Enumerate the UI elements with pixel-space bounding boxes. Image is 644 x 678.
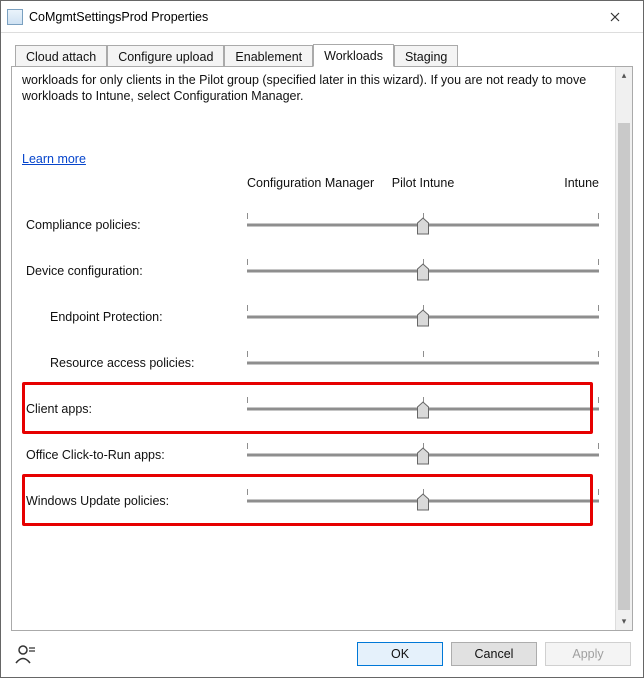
slider-thumb[interactable] — [417, 263, 430, 281]
slider-tick — [247, 397, 248, 403]
workload-row: Endpoint Protection: — [22, 294, 611, 340]
workload-slider[interactable] — [247, 303, 599, 331]
slider-thumb[interactable] — [417, 447, 430, 465]
window-title: CoMgmtSettingsProd Properties — [29, 10, 593, 24]
workload-row: Device configuration: — [22, 248, 611, 294]
tab-configure-upload[interactable]: Configure upload — [107, 45, 224, 67]
col-header-pilot-intune: Pilot Intune — [392, 176, 455, 190]
scroll-thumb[interactable] — [618, 123, 630, 610]
slider-tick — [598, 213, 599, 219]
tab-workloads[interactable]: Workloads — [313, 44, 394, 67]
slider-thumb[interactable] — [417, 309, 430, 327]
workload-label: Office Click-to-Run apps: — [22, 448, 247, 462]
workload-slider[interactable] — [247, 211, 599, 239]
column-headers: Configuration Manager Pilot Intune Intun… — [22, 176, 611, 192]
properties-dialog: CoMgmtSettingsProd Properties Cloud atta… — [0, 0, 644, 678]
tab-staging[interactable]: Staging — [394, 45, 458, 67]
intro-text: workloads for only clients in the Pilot … — [22, 73, 611, 104]
ok-button[interactable]: OK — [357, 642, 443, 666]
slider-tick — [598, 351, 599, 357]
slider-tick — [598, 489, 599, 495]
slider-tick — [598, 259, 599, 265]
workload-row: Client apps: — [22, 386, 611, 432]
col-header-intune: Intune — [564, 176, 599, 190]
slider-tick — [247, 213, 248, 219]
slider-tick — [598, 305, 599, 311]
slider-tick — [247, 305, 248, 311]
cancel-button[interactable]: Cancel — [451, 642, 537, 666]
apply-button[interactable]: Apply — [545, 642, 631, 666]
workload-slider[interactable] — [247, 349, 599, 377]
workload-slider[interactable] — [247, 257, 599, 285]
workload-label: Client apps: — [22, 402, 247, 416]
workload-row: Compliance policies: — [22, 202, 611, 248]
user-status-icon — [13, 643, 39, 665]
tab-panel-workloads: workloads for only clients in the Pilot … — [11, 66, 633, 631]
slider-thumb[interactable] — [417, 493, 430, 511]
window-icon — [7, 9, 23, 25]
slider-tick — [598, 443, 599, 449]
workload-label: Endpoint Protection: — [22, 310, 247, 324]
workload-label: Resource access policies: — [22, 356, 247, 370]
slider-tick — [247, 489, 248, 495]
dialog-button-row: OK Cancel Apply — [1, 631, 643, 677]
slider-tick — [598, 397, 599, 403]
slider-track — [247, 362, 599, 365]
close-icon — [610, 12, 620, 22]
slider-tick — [423, 351, 424, 357]
close-button[interactable] — [593, 3, 637, 31]
tab-strip: Cloud attach Configure upload Enablement… — [11, 43, 633, 66]
titlebar: CoMgmtSettingsProd Properties — [1, 1, 643, 33]
vertical-scrollbar[interactable]: ▴ ▾ — [615, 67, 632, 630]
workload-slider[interactable] — [247, 395, 599, 423]
workload-label: Windows Update policies: — [22, 494, 247, 508]
slider-tick — [247, 259, 248, 265]
workload-slider[interactable] — [247, 441, 599, 469]
slider-thumb[interactable] — [417, 401, 430, 419]
col-header-config-manager: Configuration Manager — [247, 176, 374, 190]
workload-slider[interactable] — [247, 487, 599, 515]
workload-row: Resource access policies: — [22, 340, 611, 386]
slider-thumb[interactable] — [417, 217, 430, 235]
slider-tick — [247, 443, 248, 449]
tab-cloud-attach[interactable]: Cloud attach — [15, 45, 107, 67]
workload-label: Compliance policies: — [22, 218, 247, 232]
workload-row: Windows Update policies: — [22, 478, 611, 524]
tab-enablement[interactable]: Enablement — [224, 45, 313, 67]
learn-more-link[interactable]: Learn more — [22, 152, 86, 166]
workload-label: Device configuration: — [22, 264, 247, 278]
scroll-down-icon[interactable]: ▾ — [616, 613, 632, 630]
scroll-up-icon[interactable]: ▴ — [616, 67, 632, 84]
workload-row: Office Click-to-Run apps: — [22, 432, 611, 478]
slider-tick — [247, 351, 248, 357]
